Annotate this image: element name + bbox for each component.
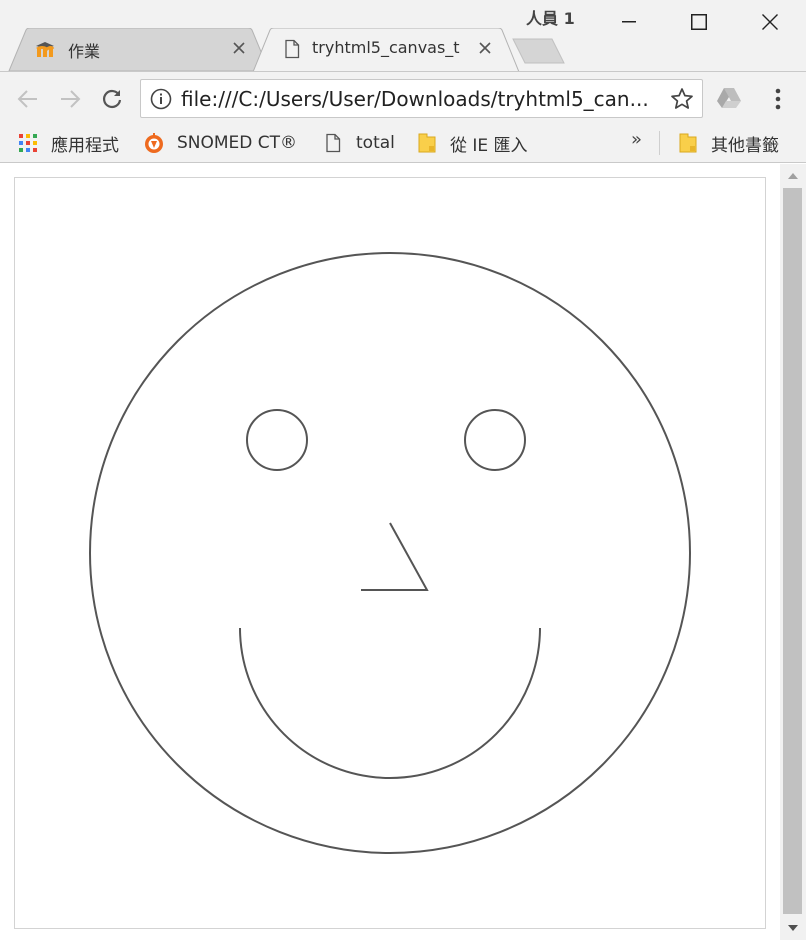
new-tab-button[interactable]: [512, 38, 566, 64]
right-eye: [464, 409, 526, 471]
folder-icon: [416, 132, 438, 154]
bookmarks-bar: 應用程式 SNOMED CT® total 從 IE 匯入 » 其他書籤: [0, 125, 806, 163]
minimize-button[interactable]: [597, 0, 661, 44]
more-vert-icon[interactable]: [768, 85, 788, 113]
face-circle: [89, 252, 691, 854]
left-eye: [246, 409, 308, 471]
bookmarks-divider: [659, 131, 660, 155]
reload-icon: [102, 89, 122, 109]
canvas[interactable]: [14, 177, 766, 929]
scroll-down-button[interactable]: [780, 916, 806, 940]
minimize-icon: [622, 21, 636, 23]
tab-close-icon[interactable]: [476, 39, 494, 57]
tab-title: tryhtml5_canvas_t: [312, 38, 460, 57]
document-icon: [322, 132, 344, 154]
bookmark-apps[interactable]: 應用程式: [17, 130, 119, 156]
folder-icon: [677, 132, 699, 154]
reload-button[interactable]: [98, 85, 126, 113]
bookmark-label: 應用程式: [51, 135, 119, 156]
close-icon: [762, 14, 778, 30]
snomed-icon: [143, 132, 165, 154]
arrow-left-icon: [17, 90, 37, 108]
bookmark-ie-import[interactable]: 從 IE 匯入: [416, 130, 528, 156]
address-bar[interactable]: file:///C:/Users/User/Downloads/tryhtml5…: [140, 79, 703, 118]
browser-toolbar: file:///C:/Users/User/Downloads/tryhtml5…: [0, 71, 806, 125]
document-icon: [282, 39, 302, 59]
forward-button[interactable]: [56, 85, 84, 113]
bookmark-label: 從 IE 匯入: [450, 135, 528, 156]
tab-title: 作業: [68, 42, 101, 61]
google-drive-icon[interactable]: [716, 87, 742, 109]
maximize-icon: [691, 14, 707, 30]
arrow-right-icon: [61, 90, 81, 108]
bookmark-total[interactable]: total: [322, 130, 395, 156]
url-text[interactable]: file:///C:/Users/User/Downloads/tryhtml5…: [181, 87, 649, 111]
smiley-drawing: [89, 252, 691, 854]
bookmark-label: SNOMED CT®: [177, 133, 298, 153]
close-window-button[interactable]: [738, 0, 802, 44]
vertical-scrollbar[interactable]: [780, 164, 806, 940]
scroll-thumb[interactable]: [783, 188, 802, 914]
triangle-down-icon: [788, 925, 798, 931]
maximize-button[interactable]: [667, 0, 731, 44]
title-bar: 作業 tryhtml5_canvas_t 人員 1: [0, 0, 806, 72]
bookmark-star-icon[interactable]: [670, 87, 694, 111]
scroll-up-button[interactable]: [780, 164, 806, 188]
info-icon[interactable]: [150, 88, 172, 110]
apps-grid-icon: [17, 132, 39, 154]
smile: [239, 627, 541, 779]
tab-canvas[interactable]: tryhtml5_canvas_t: [252, 28, 520, 72]
bookmark-other[interactable]: 其他書籤: [677, 130, 779, 156]
bookmarks-overflow-button[interactable]: »: [631, 129, 642, 150]
nose: [361, 522, 429, 591]
bookmark-label: 其他書籤: [711, 135, 779, 156]
page-content: [0, 164, 780, 940]
profile-label[interactable]: 人員 1: [526, 5, 575, 29]
bookmark-label: total: [356, 133, 395, 153]
bookmark-snomed[interactable]: SNOMED CT®: [143, 130, 297, 156]
triangle-up-icon: [788, 173, 798, 179]
tab-homework[interactable]: 作業: [8, 28, 270, 71]
tab-close-icon[interactable]: [230, 39, 248, 57]
back-button[interactable]: [14, 85, 42, 113]
moodle-icon: [34, 39, 55, 59]
